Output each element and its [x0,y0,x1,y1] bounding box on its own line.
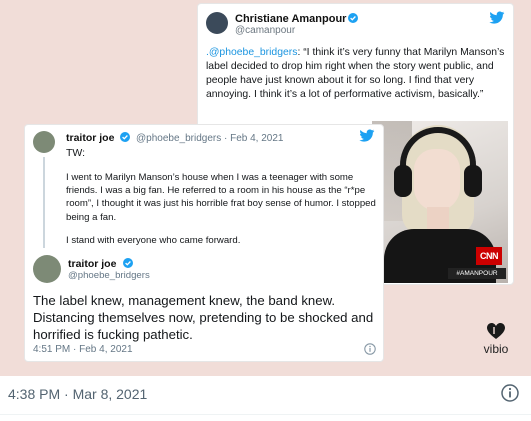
author-name: traitor joe [66,132,115,144]
thread-line [43,157,45,248]
vibio-label: vibio [483,342,509,356]
author-name: Christiane Amanpour [235,13,347,25]
author-handle: @phoebe_bridgers [68,270,150,281]
tweet-tw-label: TW: [66,147,86,159]
interview-photo: CNN #AMANPOUR [372,121,508,283]
vibio-watermark: vibio [476,323,516,363]
tweet-media-image[interactable]: Christiane Amanpour @camanpour .@phoebe_… [0,0,531,376]
verified-badge-icon [120,132,131,142]
twitter-bird-icon [489,11,505,24]
author-handle: @camanpour [235,25,296,36]
quoted-tweet-text: .@phoebe_bridgers: “I think it’s very fu… [206,46,508,102]
verified-badge-icon [348,13,358,23]
tweet-paragraph: I stand with everyone who came forward. [66,235,241,246]
tweet-main-text: The label knew, management knew, the ban… [33,293,374,342]
divider [0,414,531,415]
tweet-paragraph: I went to Marilyn Manson’s house when I … [66,172,376,223]
avatar [206,12,228,34]
author-handle-date: @phoebe_bridgers · Feb 4, 2021 [136,133,284,144]
mention-link: .@phoebe_bridgers [206,47,298,58]
tweet-timestamp: 4:51 PM · Feb 4, 2021 [33,344,133,355]
verified-badge-icon [123,258,133,268]
tweet-header: traitor joe @phoebe_bridgers · Feb 4, 20… [66,132,283,144]
vibio-heart-icon [487,323,505,339]
cnn-logo: CNN [476,247,502,265]
twitter-bird-icon [359,129,375,142]
info-icon [364,343,376,355]
author-name: traitor joe [68,258,117,270]
tweet-timestamp-link[interactable]: 4:38 PM · Mar 8, 2021 [8,386,147,402]
avatar [33,255,61,283]
avatar [33,131,55,153]
info-icon[interactable] [501,384,519,402]
tweet-card-phoebe: traitor joe @phoebe_bridgers · Feb 4, 20… [24,124,384,362]
show-hashtag: #AMANPOUR [448,268,506,279]
